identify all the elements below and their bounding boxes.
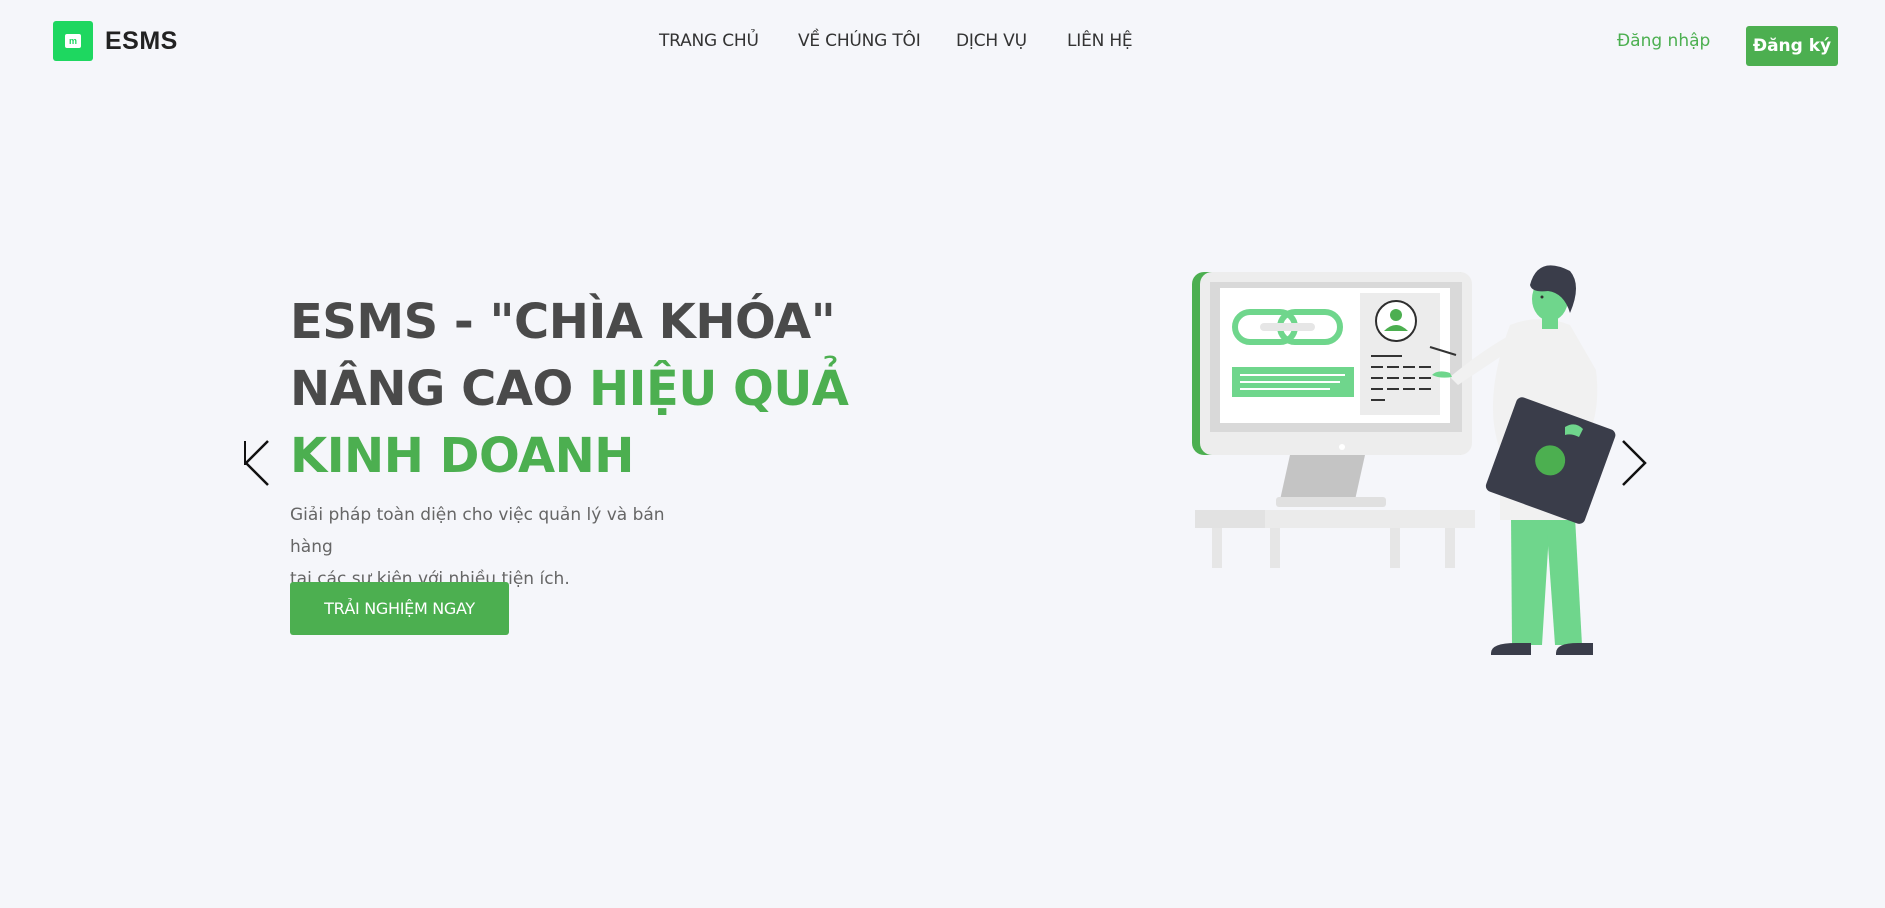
chevron-left-icon bbox=[244, 440, 269, 486]
carousel-next-button[interactable] bbox=[1617, 437, 1651, 489]
carousel-prev-button[interactable] bbox=[240, 437, 274, 489]
nav-item-services[interactable]: DỊCH VỤ bbox=[956, 31, 1027, 51]
main-nav: TRANG CHỦ VỀ CHÚNG TÔI DỊCH VỤ LIÊN HỆ bbox=[0, 31, 1885, 55]
hero-subtitle: Giải pháp toàn diện cho việc quản lý và … bbox=[290, 499, 690, 595]
nav-item-home[interactable]: TRANG CHỦ bbox=[659, 31, 759, 51]
hero-subtitle-line1: Giải pháp toàn diện cho việc quản lý và … bbox=[290, 505, 665, 557]
nav-item-contact[interactable]: LIÊN HỆ bbox=[1067, 31, 1133, 51]
chevron-right-icon bbox=[1622, 440, 1647, 486]
person-at-monitor-illustration bbox=[1192, 265, 1616, 655]
hero-title-accent-2: KINH DOANH bbox=[290, 428, 634, 484]
signup-button[interactable]: Đăng ký bbox=[1746, 26, 1838, 66]
site-header: m ESMS TRANG CHỦ VỀ CHÚNG TÔI DỊCH VỤ LI… bbox=[0, 0, 1885, 84]
try-now-button[interactable]: TRẢI NGHIỆM NGAY bbox=[290, 582, 509, 635]
login-link[interactable]: Đăng nhập bbox=[1617, 31, 1710, 51]
hero-title-line2: NÂNG CAO bbox=[290, 361, 589, 417]
hero-title-accent-1: HIỆU QUẢ bbox=[589, 361, 849, 417]
nav-item-about[interactable]: VỀ CHÚNG TÔI bbox=[798, 31, 921, 51]
hero-title-line1: ESMS - "CHÌA KHÓA" bbox=[290, 294, 836, 350]
hero-illustration bbox=[1180, 255, 1660, 675]
hero-title: ESMS - "CHÌA KHÓA" NÂNG CAO HIỆU QUẢ KIN… bbox=[290, 289, 850, 490]
